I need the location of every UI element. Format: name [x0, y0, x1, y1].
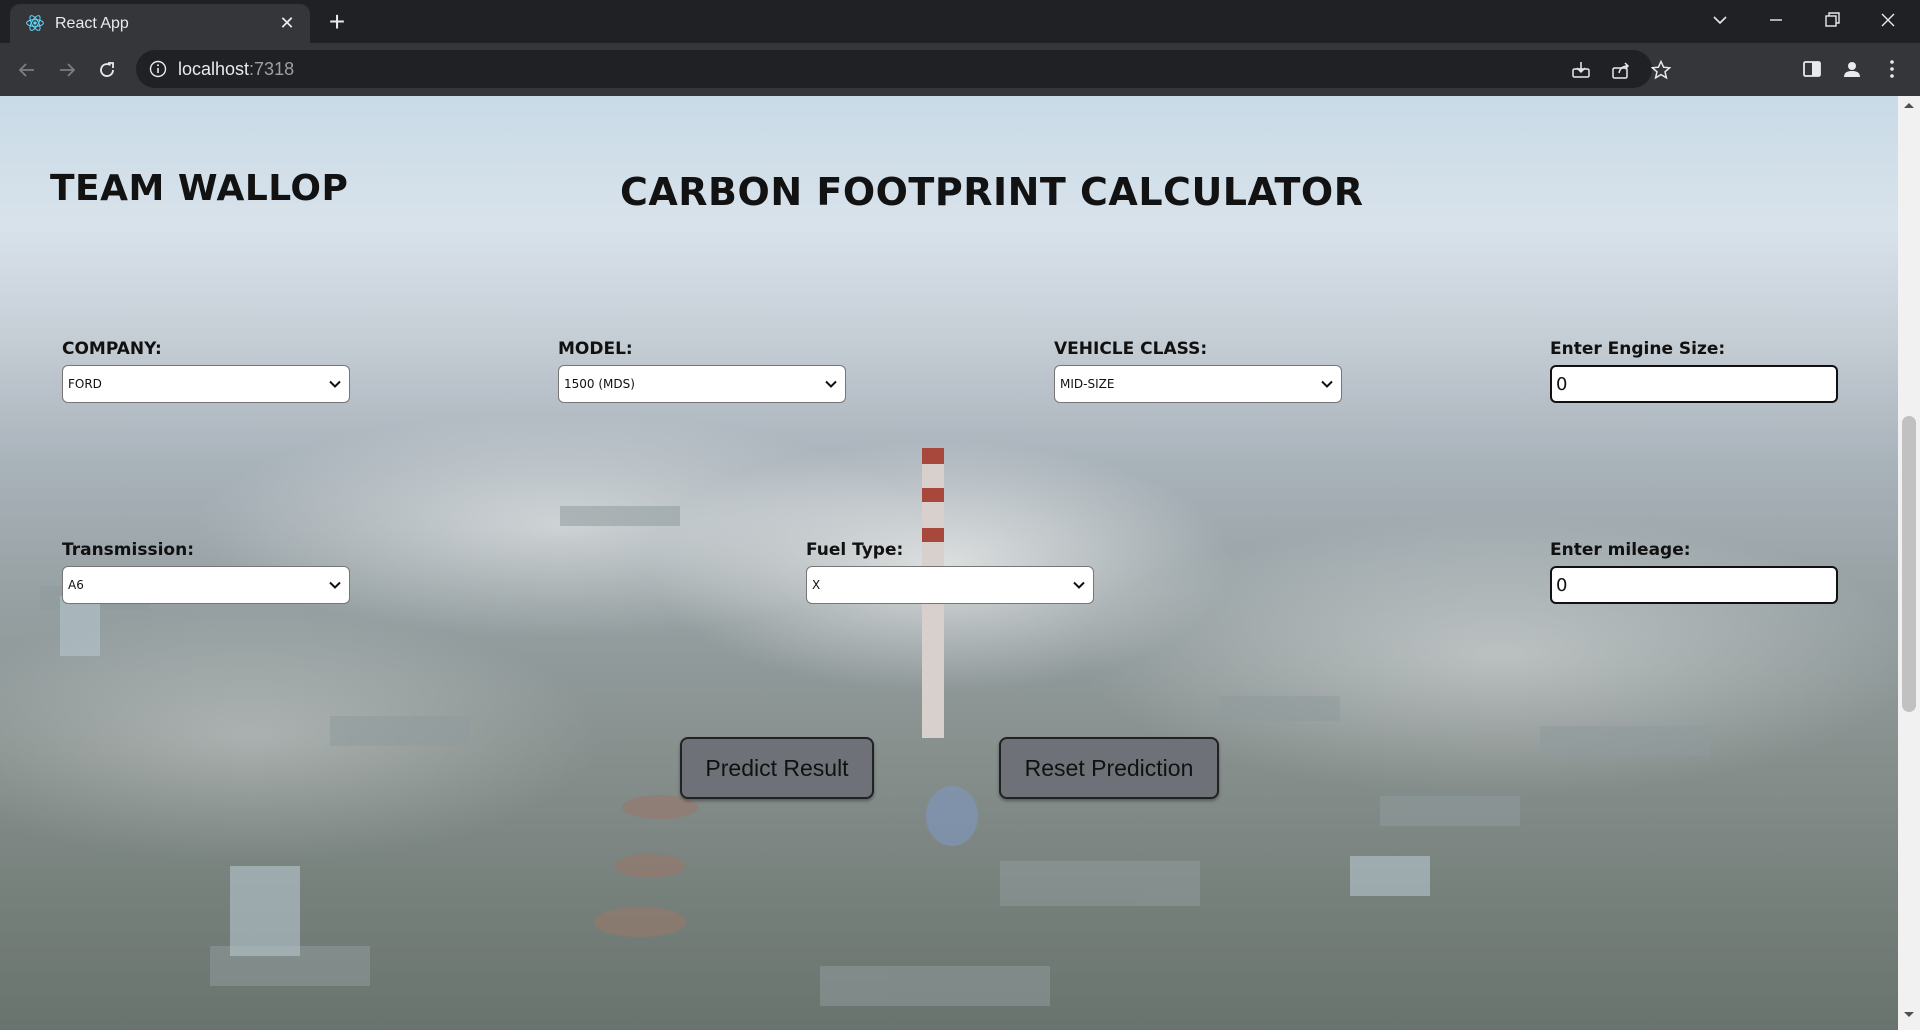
transmission-field: Transmission: A6: [62, 540, 352, 604]
transmission-select[interactable]: A6: [62, 566, 350, 604]
fuel-type-select[interactable]: X: [806, 566, 1094, 604]
mileage-field: Enter mileage:: [1550, 540, 1840, 604]
back-arrow-icon[interactable]: [12, 55, 42, 85]
vehicle-class-field: VEHICLE CLASS: MID-SIZE: [1054, 339, 1344, 403]
forward-arrow-icon[interactable]: [52, 55, 82, 85]
profile-avatar-icon[interactable]: [1840, 57, 1864, 81]
scroll-down-arrow-icon[interactable]: [1903, 1010, 1915, 1020]
page-viewport: TEAM WALLOP CARBON FOOTPRINT CALCULATOR …: [0, 96, 1898, 1030]
mileage-label: Enter mileage:: [1550, 540, 1691, 560]
model-select[interactable]: 1500 (MDS): [558, 365, 846, 403]
react-logo-icon: [26, 15, 44, 31]
install-app-icon[interactable]: [1570, 59, 1592, 81]
url-text: localhost:7318: [178, 59, 294, 80]
model-label: MODEL:: [558, 339, 633, 359]
reset-prediction-button[interactable]: Reset Prediction: [999, 737, 1219, 799]
company-field: COMPANY: FORD: [62, 339, 352, 403]
engine-size-field: Enter Engine Size:: [1550, 339, 1840, 403]
reload-icon[interactable]: [92, 55, 122, 85]
kebab-menu-icon[interactable]: [1880, 57, 1904, 81]
scrollbar-thumb[interactable]: [1902, 416, 1916, 712]
url-port: :7318: [249, 59, 295, 79]
fuel-type-field: Fuel Type: X: [806, 540, 1096, 604]
fuel-type-select-control[interactable]: X: [806, 566, 1094, 604]
engine-size-label: Enter Engine Size:: [1550, 339, 1726, 359]
model-select-control[interactable]: 1500 (MDS): [558, 365, 846, 403]
bookmark-star-icon[interactable]: [1650, 59, 1672, 81]
share-icon[interactable]: [1610, 59, 1632, 81]
new-tab-button[interactable]: +: [322, 8, 352, 38]
close-window-icon[interactable]: [1860, 0, 1916, 40]
url-host: localhost: [178, 59, 250, 79]
vehicle-class-label: VEHICLE CLASS:: [1054, 339, 1208, 359]
close-tab-icon[interactable]: ✕: [276, 12, 298, 34]
address-bar[interactable]: localhost:7318: [136, 50, 1672, 88]
tab-search-icon[interactable]: [1692, 0, 1748, 40]
mileage-input[interactable]: [1550, 566, 1838, 604]
vehicle-class-select[interactable]: MID-SIZE: [1054, 365, 1342, 403]
site-info-icon[interactable]: [149, 60, 167, 78]
browser-tab-bar: React App ✕ +: [0, 0, 1920, 43]
brand-logo-text: TEAM WALLOP: [50, 168, 349, 209]
scroll-up-arrow-icon[interactable]: [1903, 100, 1915, 110]
page-title: CARBON FOOTPRINT CALCULATOR: [620, 170, 1364, 214]
page-scrollbar[interactable]: [1898, 96, 1920, 1030]
predict-result-button[interactable]: Predict Result: [680, 737, 874, 799]
transmission-label: Transmission:: [62, 540, 194, 560]
tab-title: React App: [55, 15, 129, 32]
fuel-type-label: Fuel Type:: [806, 540, 904, 560]
engine-size-input[interactable]: [1550, 365, 1838, 403]
browser-tab[interactable]: React App ✕: [10, 4, 310, 43]
side-panel-icon[interactable]: [1800, 57, 1824, 81]
company-select[interactable]: FORD: [62, 365, 350, 403]
company-select-control[interactable]: FORD: [62, 365, 350, 403]
company-label: COMPANY:: [62, 339, 162, 359]
restore-icon[interactable]: [1804, 0, 1860, 40]
vehicle-class-select-control[interactable]: MID-SIZE: [1054, 365, 1342, 403]
transmission-select-control[interactable]: A6: [62, 566, 350, 604]
model-field: MODEL: 1500 (MDS): [558, 339, 848, 403]
browser-toolbar: localhost:7318: [0, 43, 1920, 96]
minimize-icon[interactable]: [1748, 0, 1804, 40]
